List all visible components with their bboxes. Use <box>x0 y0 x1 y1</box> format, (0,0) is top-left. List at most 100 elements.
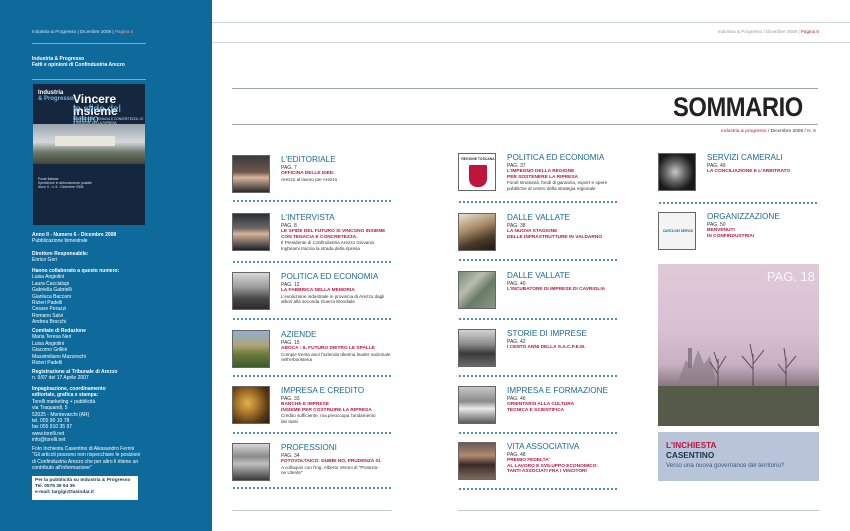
cover-photo-building <box>55 136 115 146</box>
handshake-photo-thumbnail <box>658 153 696 191</box>
collaborators-label: Hanno collaborato a questo numero: <box>32 268 120 274</box>
dotted-separator <box>232 318 392 320</box>
dotted-separator <box>458 432 619 434</box>
dotted-separator <box>458 375 619 377</box>
casentino-feature-photo[interactable]: PAG. 18 <box>658 264 819 426</box>
production-label: Impaginazione, coordinamento <box>32 386 106 392</box>
toc-section: AZIENDE <box>281 330 317 339</box>
toc-section: DALLE VALLATE <box>507 271 570 280</box>
cover-brand-line: & Progresso <box>38 96 74 102</box>
feature-subtitle: Verso una nuova governance del territori… <box>666 462 785 469</box>
header-page-number: Pagina 4 <box>114 29 133 34</box>
toc-text: IMPRESA E FORMAZIONE PAG. 46 ORIENTARSI … <box>507 386 619 413</box>
toc-headline: LA CONCILIAZIONE E L'ARBITRATO <box>707 169 791 174</box>
registration-block: Registrazione al Tribunale di Arezzo n. … <box>32 369 117 382</box>
portrait-thumbnail <box>232 155 270 193</box>
toc-section: STORIE DI IMPRESE <box>507 329 587 338</box>
portrait-thumbnail <box>232 443 270 481</box>
production-details: Torelli marketing + pubblicità via Traqua… <box>32 399 106 444</box>
toc-text: DALLE VALLATE PAG. 40 L'INCUBATORE DI IM… <box>507 271 619 293</box>
thumbnail-text: CARTA DEI SERVIZI <box>662 229 694 233</box>
toc-text: ORGANIZZAZIONE PAG. 50 BENVENUTI IN CONF… <box>707 212 819 239</box>
toc-text: AZIENDE PAG. 15 ABOCA : IL FUTURO DIETRO… <box>281 330 393 363</box>
toc-headline: DELLE INFRASTRUTTURE IN VALDARNO <box>507 234 603 240</box>
toc-description: Inghirami traccia la strada della ripres… <box>281 245 360 251</box>
right-running-header: Industria & Progresso | Dicembre 2008 | … <box>718 29 819 34</box>
toc-section: IMPRESA E CREDITO <box>281 386 365 395</box>
toc-section: IMPRESA E FORMAZIONE <box>507 386 608 395</box>
toc-headline: TECNICA E SCIENTIFICA <box>507 407 565 413</box>
registration-value: n. 9/07 del 17 Aprile 2007 <box>32 375 89 382</box>
production-block: Impaginazione, coordinamento editoriale,… <box>32 386 106 444</box>
pegasus-emblem-icon <box>469 165 487 187</box>
divider <box>32 43 146 44</box>
dotted-separator <box>232 375 392 377</box>
railway-photo-thumbnail <box>458 213 496 251</box>
toc-section: PROFESSIONI <box>281 443 337 452</box>
inchiesta-feature-box[interactable]: L'INCHIESTA CASENTINO Verso una nuova go… <box>658 432 819 481</box>
issue-info: Anno II - Numero 6 - Dicembre 2008 Pubbl… <box>32 232 116 245</box>
header-page-number: Pagina 5 <box>800 29 819 34</box>
toc-headline: TANTI ASSOCIATI FRA I VINCITORI <box>507 469 587 475</box>
title-rule-top <box>232 88 818 89</box>
logo-text: REGIONE TOSCANA <box>461 157 495 161</box>
header-publication: Industria & Progresso <box>32 29 77 34</box>
toc-section: L'INTERVISTA <box>281 213 335 222</box>
toc-section: POLITICA ED ECONOMIA <box>507 153 605 162</box>
toc-text: SERVIZI CAMERALI PAG. 49 LA CONCILIAZION… <box>707 153 819 175</box>
committee-label: Comitato di Redazione <box>32 328 86 334</box>
dotted-separator <box>658 202 819 204</box>
toc-section: SERVIZI CAMERALI <box>707 153 783 162</box>
toc-description: dei tassi <box>281 418 298 424</box>
toc-headline: I CENTO ANNI DELLA S.A.C.F.E.M. <box>507 345 586 350</box>
toc-section: ORGANIZZAZIONE <box>707 212 780 221</box>
dotted-separator <box>458 201 619 203</box>
header-date: Dicembre 2008 <box>765 29 798 34</box>
divider <box>32 79 146 80</box>
dotted-separator <box>232 487 392 489</box>
title-rule-bottom <box>232 124 818 125</box>
aerial-photo-thumbnail <box>458 271 496 309</box>
toc-description: Arezzo al lavoro per Arezzo <box>281 176 338 182</box>
production-label: editoriale, grafica e stampa: <box>32 392 99 399</box>
toc-text: IMPRESA E CREDITO PAG. 33 BANCHE E IMPRE… <box>281 386 393 424</box>
cover-footer-line: Anno II - n. 6 - Dicembre 2008 <box>38 185 84 189</box>
director-block: Direttore Responsabile: Enrico Gori <box>32 251 88 264</box>
cover-footer: Poste Italiane Spedizione in abbonamento… <box>38 177 92 189</box>
credit-line: "Gli articoli possono non rispecchiare l… <box>32 452 141 459</box>
director-label: Direttore Responsabile: <box>32 251 89 257</box>
committee-block: Comitato di Redazione Maria Teresa Neri L… <box>32 328 86 366</box>
subtitle-publication: Industria & progresso <box>721 129 767 134</box>
toc-section: POLITICA ED ECONOMIA <box>281 272 379 281</box>
toc-description: Fondi strutturali, fondi di garanzia, ex… <box>507 180 608 186</box>
subtitle-issue-number: N. 6 <box>807 129 816 134</box>
cover-brand: Industria & Progresso <box>38 90 74 102</box>
coins-photo-thumbnail <box>232 386 270 424</box>
feature-title: CASENTINO <box>666 451 715 460</box>
toc-description: ne Utente" <box>281 470 303 476</box>
building-photo-thumbnail <box>232 330 270 368</box>
top-rule <box>212 22 850 23</box>
toc-headline: IN CONFINDUSTRIA! <box>707 233 755 239</box>
landscape-illustration <box>658 343 819 426</box>
toc-headline: L'INCUBATORE DI IMPRESE DI CAVRIGLIA <box>507 287 606 292</box>
committee-member: Rizieri Padelli <box>32 360 63 367</box>
toc-headline: FOTOVOLTAICO: DUBBI NO, PRUDENZA SÌ. <box>281 459 382 464</box>
collaborators-list: Luisa Angiolini Laura Caccialupi Gabriella… <box>32 274 119 325</box>
issue-subtitle: Industria & progresso / Dicembre 2008 / … <box>721 129 816 134</box>
regione-toscana-logo: REGIONE TOSCANA <box>458 153 496 191</box>
page-title: SOMMARIO <box>673 92 803 122</box>
photo-credits: Foto Inchiesta Casentino di Alessandro F… <box>32 446 140 472</box>
toc-description: pubbliche al centro della strategia regi… <box>507 185 596 191</box>
left-running-header: Industria & Progresso | Dicembre 2008 | … <box>32 29 133 34</box>
dotted-separator <box>458 488 619 490</box>
advertising-contact-box: Per la pubblicità su Industria & Progres… <box>32 476 138 500</box>
collaborator-name: Andrea Brocchi <box>32 319 67 326</box>
dotted-separator <box>232 261 392 263</box>
ad-contact-line: e-mail: targigi@tasindar.it <box>35 490 94 496</box>
toc-text: DALLE VALLATE PAG. 38 LA NUOVA STAGIONE … <box>507 213 619 240</box>
collaborators-block: Hanno collaborato a questo numero: Luisa… <box>32 268 119 326</box>
historic-photo-thumbnail <box>458 329 496 367</box>
feature-kicker: L'INCHIESTA <box>666 441 717 450</box>
subtitle-date: / Dicembre 2008 / <box>766 129 808 134</box>
